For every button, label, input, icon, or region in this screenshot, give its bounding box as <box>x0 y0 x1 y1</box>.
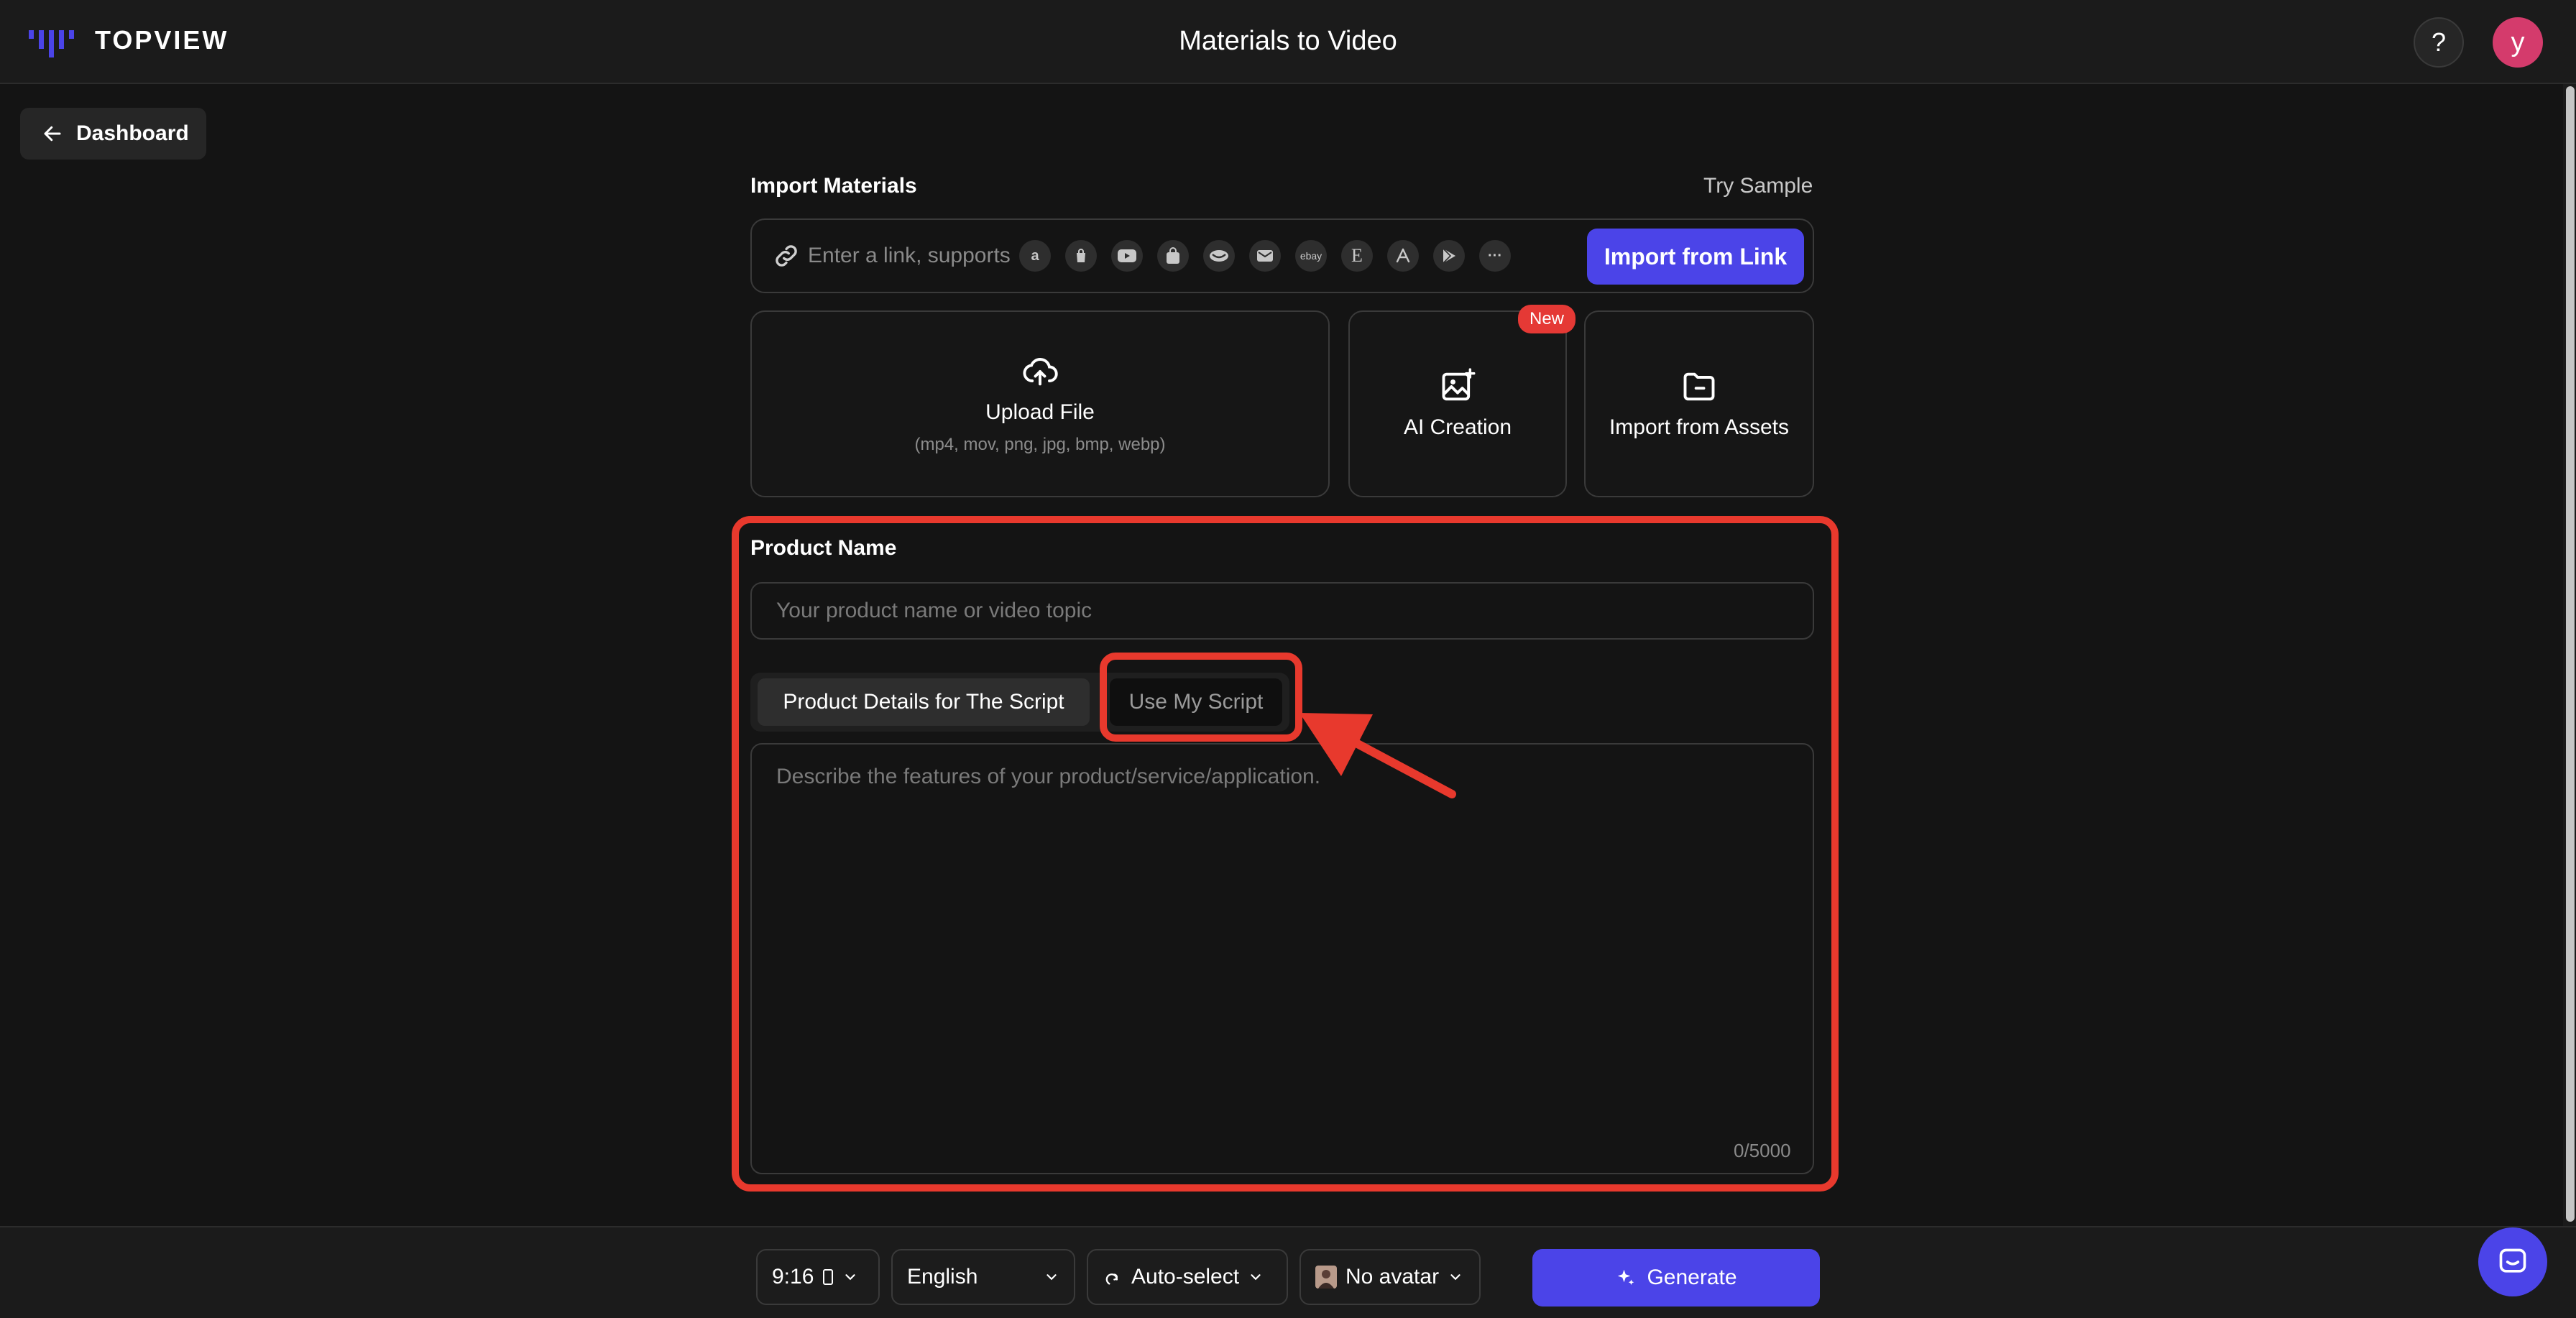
chevron-down-icon <box>1251 1274 1261 1281</box>
supported-platforms: a ebay E ··· <box>1019 240 1511 272</box>
upload-file-formats: (mp4, mov, png, jpg, bmp, webp) <box>914 435 1166 454</box>
link-icon <box>776 245 797 267</box>
phone-portrait-icon <box>823 1269 834 1285</box>
dashboard-back-button[interactable]: Dashboard <box>20 108 206 160</box>
voice-select[interactable]: Auto-select <box>1087 1249 1288 1305</box>
avatar-value: No avatar <box>1346 1265 1440 1289</box>
youtube-icon <box>1111 240 1143 272</box>
ai-creation-title: AI Creation <box>1403 415 1512 439</box>
import-materials-label: Import Materials <box>750 174 917 198</box>
language-select[interactable]: English <box>891 1249 1075 1305</box>
aliexpress-icon <box>1203 240 1235 272</box>
page-title: Materials to Video <box>1179 26 1397 56</box>
dashboard-label: Dashboard <box>76 121 189 145</box>
generate-label: Generate <box>1647 1266 1737 1289</box>
shopify-icon <box>1065 240 1097 272</box>
annotation-highlight-use-my-script <box>1100 653 1302 742</box>
try-sample-link[interactable]: Try Sample <box>1703 174 1813 198</box>
folder-icon <box>1683 372 1715 401</box>
app-store-icon <box>1387 240 1419 272</box>
generate-button[interactable]: Generate <box>1532 1249 1820 1307</box>
ai-image-icon <box>1442 368 1476 401</box>
import-from-assets-card[interactable]: Import from Assets <box>1584 310 1814 497</box>
new-badge: New <box>1518 305 1576 333</box>
help-button[interactable]: ? <box>2414 17 2464 68</box>
support-chat-button[interactable] <box>2478 1227 2547 1296</box>
sparkle-icon <box>1618 1269 1634 1285</box>
annotation-arrow-icon <box>1300 713 1456 798</box>
voice-value: Auto-select <box>1131 1265 1240 1289</box>
cloud-upload-icon <box>1023 358 1058 386</box>
bottom-toolbar: 9:16 English Auto-select No avatar Gener… <box>0 1226 2576 1318</box>
link-input[interactable] <box>808 240 1045 272</box>
avatar-thumbnail-icon <box>1315 1266 1337 1289</box>
google-play-icon <box>1433 240 1465 272</box>
amazon-icon: a <box>1019 240 1051 272</box>
top-header: TOPVIEW Materials to Video ? y <box>0 0 2576 84</box>
chevron-down-icon <box>845 1274 855 1281</box>
user-avatar[interactable]: y <box>2493 17 2543 68</box>
aspect-ratio-select[interactable]: 9:16 <box>756 1249 880 1305</box>
ebay-icon: ebay <box>1295 240 1327 272</box>
import-from-link-button[interactable]: Import from Link <box>1587 229 1804 285</box>
mail-icon <box>1249 240 1281 272</box>
more-icon[interactable]: ··· <box>1479 240 1511 272</box>
ai-creation-card[interactable]: AI Creation <box>1348 310 1567 497</box>
chevron-down-icon <box>1046 1274 1057 1281</box>
voice-icon <box>1105 1273 1118 1285</box>
shopping-bag-icon <box>1157 240 1189 272</box>
scrollbar-thumb[interactable] <box>2566 86 2575 1222</box>
etsy-icon: E <box>1341 240 1373 272</box>
upload-file-title: Upload File <box>985 400 1095 424</box>
chevron-down-icon <box>1450 1274 1460 1281</box>
arrow-left-icon <box>44 126 61 142</box>
link-import-bar: a ebay E ··· Import from Link <box>750 218 1814 293</box>
avatar-select[interactable]: No avatar <box>1300 1249 1481 1305</box>
aspect-ratio-value: 9:16 <box>772 1265 814 1289</box>
language-value: English <box>907 1265 978 1289</box>
import-from-assets-title: Import from Assets <box>1609 415 1790 439</box>
upload-file-card[interactable]: Upload File (mp4, mov, png, jpg, bmp, we… <box>750 310 1330 497</box>
annotation-highlight-product-section <box>732 516 1839 1192</box>
chat-icon <box>2499 1248 2526 1273</box>
